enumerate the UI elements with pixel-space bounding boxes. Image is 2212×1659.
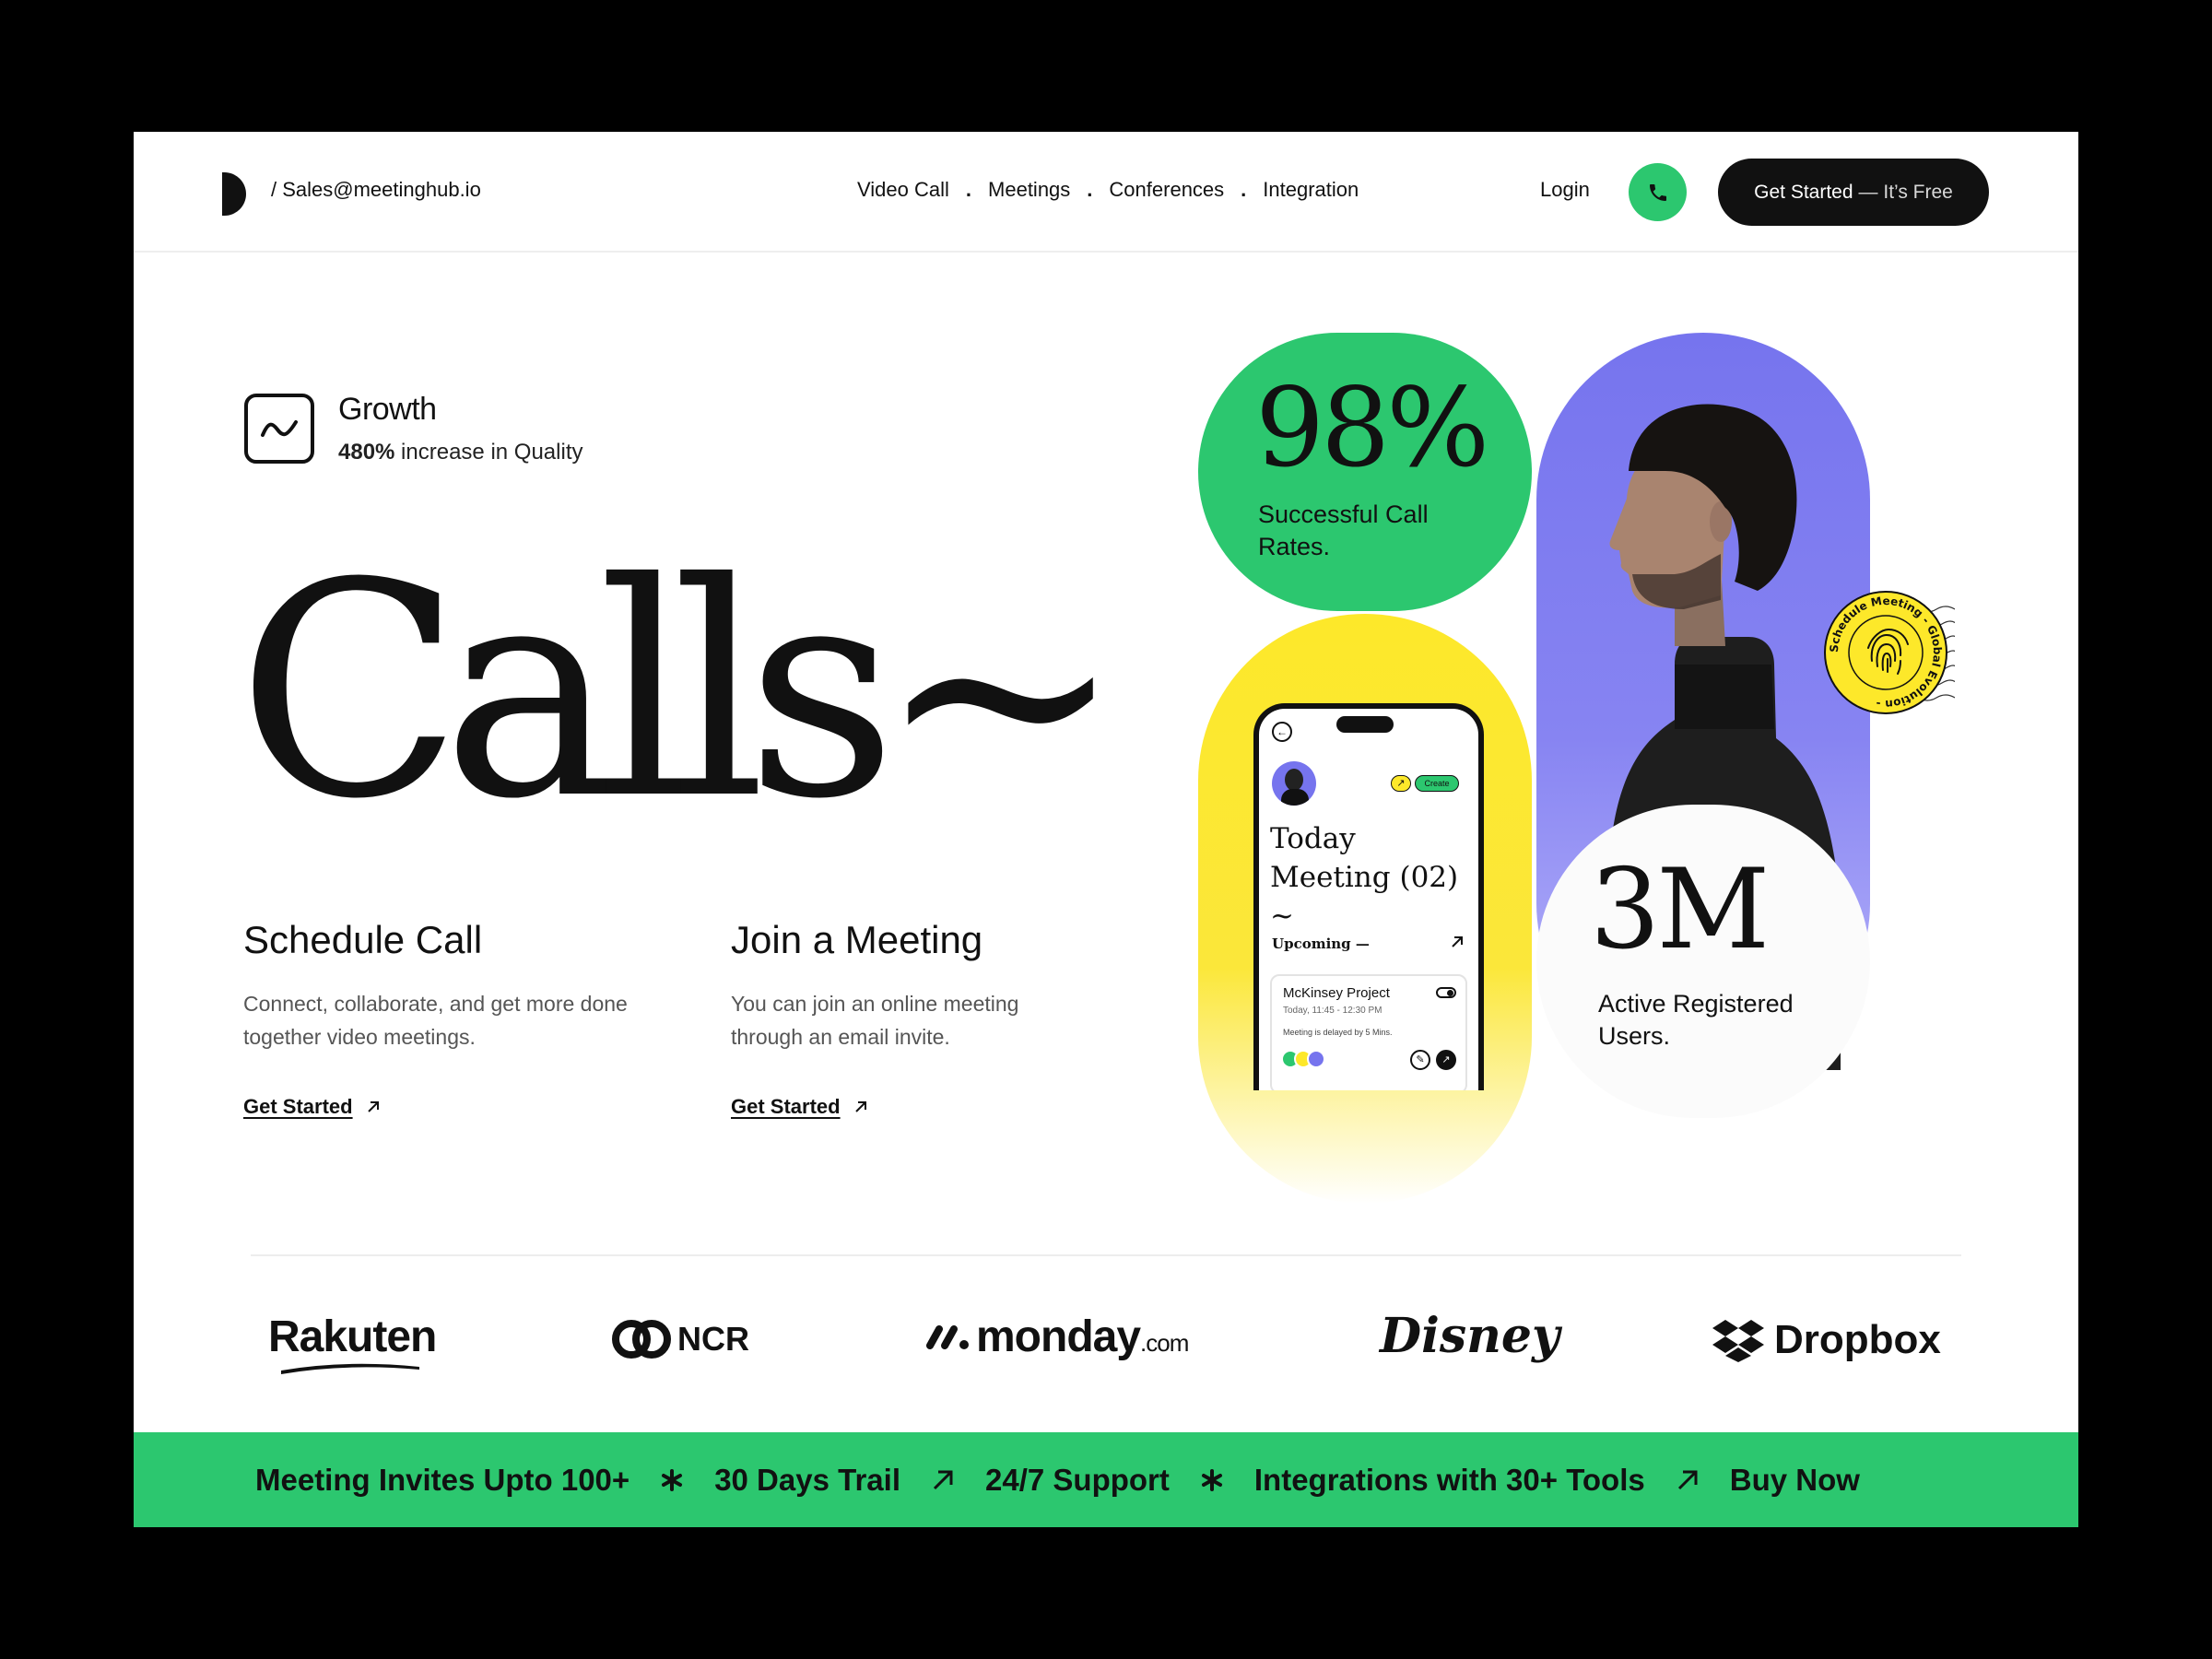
band-item: 30 Days Trail	[714, 1462, 900, 1497]
site-header: / Sales@meetinghub.io Video Call . Meeti…	[134, 132, 2078, 253]
asterisk-icon	[661, 1468, 683, 1491]
phone-icon	[1649, 183, 1666, 201]
rakuten-logo-text: Rakuten	[268, 1312, 437, 1361]
logos-divider	[251, 1254, 1961, 1256]
link-label: Get Started	[243, 1095, 353, 1118]
call-button[interactable]	[1629, 163, 1687, 221]
nav-separator: .	[1087, 178, 1093, 201]
features-band: Meeting Invites Upto 100+ 30 Days Trail …	[134, 1432, 2078, 1527]
avatar-body	[1281, 789, 1309, 806]
arrow-up-right-icon[interactable]: ↗	[1391, 775, 1411, 792]
schedule-call-text: Connect, collaborate, and get more done …	[243, 992, 628, 1049]
asterisk-icon	[1201, 1468, 1223, 1491]
meeting-card-note: Meeting is delayed by 5 Mins.	[1283, 1028, 1393, 1037]
registered-users-value: 3M	[1590, 846, 1770, 974]
band-item: 24/7 Support	[985, 1462, 1170, 1497]
sales-email-link[interactable]: / Sales@meetinghub.io	[271, 178, 481, 202]
success-rate-value: 98%	[1255, 364, 1489, 491]
monday-logo-text: monday	[976, 1312, 1141, 1361]
growth-highlight: 480%	[338, 440, 395, 465]
arrow-up-right-icon	[932, 1469, 954, 1491]
participant-avatar	[1307, 1050, 1325, 1068]
edit-icon[interactable]: ✎	[1410, 1050, 1430, 1070]
growth-subtitle: 480% increase in Quality	[338, 440, 582, 465]
dropbox-logo-text: Dropbox	[1774, 1317, 1941, 1362]
back-arrow-icon[interactable]: ←	[1272, 722, 1292, 742]
rakuten-swoosh	[281, 1363, 419, 1374]
band-item: Meeting Invites Upto 100+	[255, 1462, 630, 1497]
get-started-free-button[interactable]: Get Started — It’s Free	[1718, 159, 1989, 226]
nav-video-call[interactable]: Video Call	[857, 178, 949, 202]
join-meeting-title: Join a Meeting	[731, 918, 983, 961]
arrow-up-right-icon	[367, 1101, 379, 1112]
features-marquee: Meeting Invites Upto 100+ 30 Days Trail …	[255, 1432, 1860, 1527]
meeting-card-title: McKinsey Project	[1283, 985, 1390, 1001]
meeting-card[interactable]: McKinsey Project Today, 11:45 - 12:30 PM…	[1270, 974, 1467, 1090]
trend-icon	[244, 394, 314, 464]
create-button[interactable]: Create	[1415, 775, 1459, 792]
arrow-up-right-icon	[854, 1101, 866, 1112]
main-nav: Video Call . Meetings . Conferences . In…	[857, 178, 1359, 202]
brand-logo[interactable]	[222, 172, 246, 216]
avatar	[1272, 761, 1316, 806]
join-meeting-get-started-link[interactable]: Get Started	[731, 1095, 868, 1119]
join-meeting-text: You can join an online meeting through a…	[731, 992, 1019, 1049]
nav-separator: .	[965, 178, 972, 201]
growth-title: Growth	[338, 392, 437, 427]
rakuten-logo: Rakuten	[268, 1312, 437, 1374]
dropbox-icon	[1712, 1320, 1764, 1362]
band-item: Integrations with 30+ Tools	[1253, 1462, 1645, 1497]
hero-title: Calls~	[237, 521, 1124, 864]
arrow-up-right-icon[interactable]	[1451, 935, 1464, 948]
nav-meetings[interactable]: Meetings	[988, 178, 1070, 202]
link-label: Get Started	[731, 1095, 841, 1118]
participant-avatars	[1281, 1050, 1325, 1068]
ncr-logo: NCR	[611, 1319, 749, 1359]
meeting-toggle[interactable]	[1436, 987, 1456, 998]
nav-integration[interactable]: Integration	[1263, 178, 1359, 202]
nav-conferences[interactable]: Conferences	[1109, 178, 1224, 202]
cta-main-label: Get Started	[1754, 181, 1853, 203]
success-rate-label: Successful Call Rates.	[1258, 500, 1429, 560]
ncr-icon	[612, 1320, 671, 1359]
arrow-up-right-icon	[1677, 1469, 1699, 1491]
monday-logo: monday .com	[926, 1312, 1189, 1362]
dropbox-logo: Dropbox	[1712, 1317, 1941, 1363]
registered-users-label: Active Registered Users.	[1598, 990, 1794, 1050]
phone-mockup: ← ↗ Create Today Meeting (02) ~ Upcoming…	[1253, 703, 1484, 1090]
monday-logo-suffix: .com	[1140, 1329, 1189, 1357]
schedule-meeting-stamp: Schedule Meeting - Global Evolution -	[1824, 591, 1955, 714]
disney-logo: Disney	[1380, 1308, 1560, 1364]
login-link[interactable]: Login	[1540, 178, 1590, 202]
schedule-call-title: Schedule Call	[243, 918, 483, 961]
phone-notch	[1336, 716, 1394, 733]
avatar-head	[1285, 769, 1303, 791]
growth-text: increase in Quality	[394, 440, 583, 465]
arrow-up-right-icon[interactable]: ↗	[1436, 1050, 1456, 1070]
meeting-card-time: Today, 11:45 - 12:30 PM	[1283, 1006, 1382, 1016]
monday-icon	[926, 1325, 969, 1349]
phone-title: Today Meeting (02) ~	[1270, 822, 1459, 933]
schedule-call-get-started-link[interactable]: Get Started	[243, 1095, 381, 1119]
upcoming-label: Upcoming —	[1272, 935, 1370, 952]
cta-suffix-label: — It’s Free	[1858, 181, 1953, 203]
buy-now-link[interactable]: Buy Now	[1730, 1463, 1860, 1498]
nav-separator: .	[1241, 178, 1247, 201]
ncr-logo-text: NCR	[677, 1320, 749, 1358]
landing-page: / Sales@meetinghub.io Video Call . Meeti…	[134, 132, 2078, 1527]
